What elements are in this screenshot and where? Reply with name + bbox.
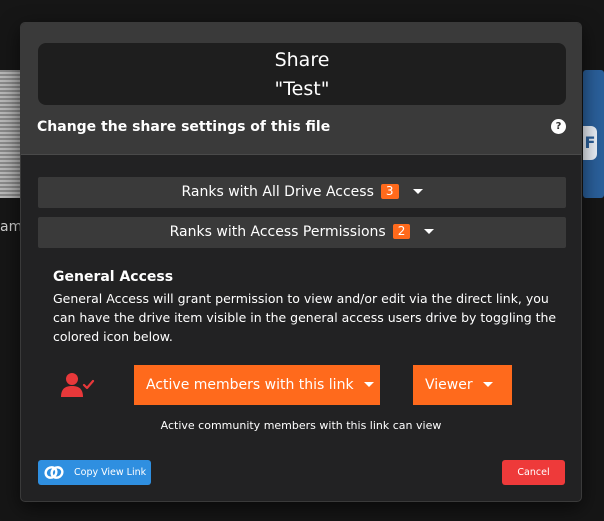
cancel-button[interactable]: Cancel [502, 460, 565, 485]
copy-view-link-button[interactable]: Copy View Link [38, 460, 151, 485]
general-access-title: General Access [53, 269, 174, 285]
help-icon[interactable]: ? [551, 119, 566, 134]
link-icon [44, 466, 64, 479]
role-value: Viewer [425, 377, 473, 393]
count-badge: 3 [380, 184, 399, 199]
general-access-description: General Access will grant permission to … [53, 291, 557, 344]
modal-title: Share "Test" [38, 43, 566, 105]
chevron-down-icon [412, 189, 423, 194]
share-modal: Share "Test" Change the share settings o… [20, 22, 582, 502]
count-badge: 2 [392, 224, 411, 239]
accordion-label: Ranks with Access Permissions [169, 224, 386, 240]
file-type-badge: F [583, 126, 597, 160]
accordion-label: Ranks with All Drive Access [181, 184, 374, 200]
copy-view-link-label: Copy View Link [74, 467, 147, 478]
modal-header: Share "Test" Change the share settings o… [21, 23, 581, 155]
background-text: am [0, 219, 23, 235]
title-line-1: Share [274, 49, 330, 71]
chevron-down-icon [363, 382, 374, 387]
chevron-down-icon [424, 229, 435, 234]
background-file-card: F [583, 70, 604, 198]
role-dropdown[interactable]: Viewer [413, 365, 512, 405]
link-access-value: Active members with this link [146, 377, 354, 393]
modal-subtitle: Change the share settings of this file [37, 119, 331, 135]
access-hint: Active community members with this link … [160, 419, 442, 432]
chevron-down-icon [482, 382, 493, 387]
title-line-2: "Test" [274, 78, 330, 100]
link-access-dropdown[interactable]: Active members with this link [134, 365, 380, 405]
background-thumbnail [0, 70, 20, 198]
accordion-all-drive-access[interactable]: Ranks with All Drive Access 3 [38, 177, 566, 208]
accordion-access-permissions[interactable]: Ranks with Access Permissions 2 [38, 217, 566, 248]
user-check-icon[interactable] [61, 372, 95, 398]
